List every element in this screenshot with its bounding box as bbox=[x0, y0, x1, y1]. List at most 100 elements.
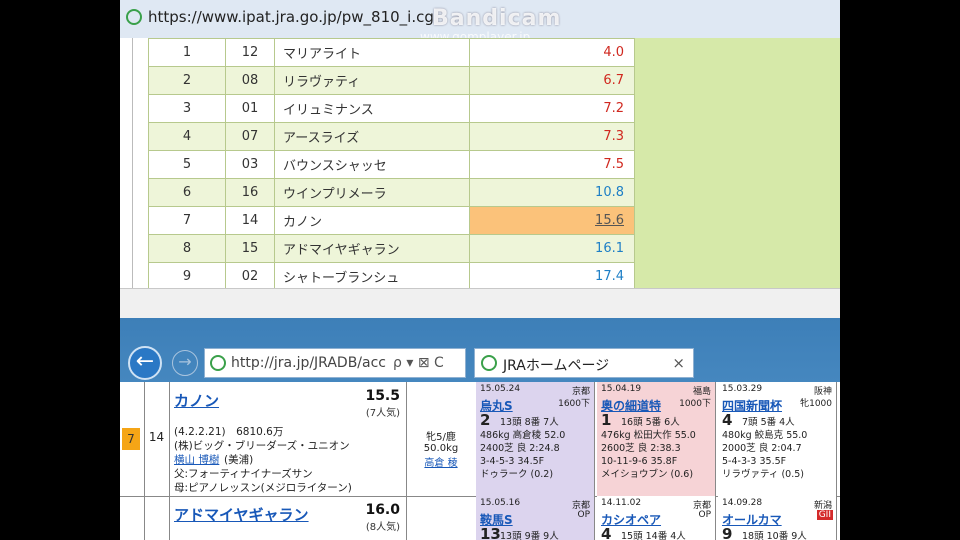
race-detail: 2000芝 良 2:04.7 bbox=[722, 443, 802, 454]
race-field: 16頭 5番 6人 bbox=[621, 417, 680, 428]
race-detail: 2400芝 良 2:24.8 bbox=[480, 443, 560, 454]
horse-popularity: (7人気) bbox=[365, 408, 400, 419]
top-url[interactable]: https://www.ipat.jra.go.jp/pw_810_i.cgi bbox=[148, 8, 438, 26]
sex-age: 牝5/鹿 bbox=[426, 432, 456, 443]
odds-cell[interactable]: 10.8 bbox=[469, 178, 635, 207]
address-bar[interactable]: http://jra.jp/JRADB/acc ρ ▾ ⊠ C bbox=[204, 348, 466, 378]
race-date: 15.05.16 bbox=[480, 498, 521, 508]
rank-cell: 3 bbox=[148, 94, 226, 123]
top-address-bar[interactable]: https://www.ipat.jra.go.jp/pw_810_i.cgi … bbox=[120, 0, 840, 44]
odds-cell[interactable]: 7.3 bbox=[469, 122, 635, 151]
horse-number-cell: 08 bbox=[225, 66, 275, 95]
odds-cell[interactable]: 7.2 bbox=[469, 94, 635, 123]
race-field: 15頭 14番 4人 bbox=[621, 531, 686, 540]
horse-name-link[interactable]: アドマイヤギャラン bbox=[174, 504, 309, 525]
rank-cell: 2 bbox=[148, 66, 226, 95]
jockey-cell: 牝5/鹿 50.0kg 高倉 稜 bbox=[406, 382, 477, 496]
table-row[interactable]: 4 07 アースライズ 7.3 bbox=[148, 122, 635, 151]
waku-badge: 7 bbox=[122, 428, 140, 450]
past-race-cell: 14.11.02 京都 カシオペア OP 4 15頭 14番 4人 bbox=[597, 496, 716, 540]
rank-cell: 1 bbox=[148, 38, 226, 67]
race-date: 15.04.19 bbox=[601, 384, 642, 394]
rank-cell: 6 bbox=[148, 178, 226, 207]
odds-cell[interactable]: 7.5 bbox=[469, 150, 635, 179]
trainer-link[interactable]: 横山 博樹 bbox=[174, 452, 219, 467]
forward-button[interactable]: → bbox=[172, 350, 198, 376]
horse-name-cell: バウンスシャッセ bbox=[274, 150, 470, 179]
horse-number bbox=[144, 496, 170, 540]
horse-odds: 16.0 bbox=[365, 502, 400, 518]
odds-cell[interactable]: 16.1 bbox=[469, 234, 635, 263]
finish-position: 9 bbox=[722, 525, 733, 540]
race-date: 15.03.29 bbox=[722, 384, 763, 394]
table-row[interactable]: 5 03 バウンスシャッセ 7.5 bbox=[148, 150, 635, 179]
waku-cell bbox=[120, 496, 145, 540]
ie-icon bbox=[210, 355, 226, 371]
race-class: 1000下 bbox=[679, 399, 711, 409]
horse-name-cell: リラヴァティ bbox=[274, 66, 470, 95]
race-date: 14.11.02 bbox=[601, 498, 642, 508]
finish-position: 13 bbox=[480, 525, 501, 540]
odds-page: 1 12 マリアライト 4.0 2 08 リラヴァティ 6.7 3 01 イリュミナンス 7.2 4 07… bbox=[120, 38, 840, 291]
rank-cell: 7 bbox=[148, 206, 226, 235]
race-detail: 5-4-3-3 35.5F bbox=[722, 456, 787, 467]
table-row[interactable]: 7 14 カノン 15.6 bbox=[148, 206, 635, 235]
odds-cell[interactable]: 17.4 bbox=[469, 262, 635, 291]
close-icon[interactable]: × bbox=[672, 354, 685, 372]
horse-name-cell: シャトーブランシュ bbox=[274, 262, 470, 291]
horse-number-cell: 15 bbox=[225, 234, 275, 263]
table-row[interactable]: 6 16 ウインプリメーラ 10.8 bbox=[148, 178, 635, 207]
grade-badge: GII bbox=[816, 510, 833, 520]
rank-cell: 9 bbox=[148, 262, 226, 291]
table-row: アドマイヤギャラン 16.0 (8人気) 15.05.16 京都 鞍馬S OP 1313… bbox=[120, 496, 840, 540]
tab-jra-home[interactable]: JRAホームページ × bbox=[474, 348, 694, 378]
horse-record: (4.2.2.21) 6810.6万 bbox=[174, 426, 284, 438]
horse-number-cell: 07 bbox=[225, 122, 275, 151]
race-field: 7頭 5番 4人 bbox=[742, 417, 795, 428]
horse-number-cell: 16 bbox=[225, 178, 275, 207]
race-name-link[interactable]: カシオペア bbox=[601, 511, 711, 528]
race-detail: ドゥラーク (0.2) bbox=[480, 469, 554, 480]
table-row[interactable]: 3 01 イリュミナンス 7.2 bbox=[148, 94, 635, 123]
horse-number-cell: 12 bbox=[225, 38, 275, 67]
top-browser-window: https://www.ipat.jra.go.jp/pw_810_i.cgi … bbox=[120, 0, 840, 319]
race-class: OP bbox=[698, 510, 711, 520]
horse-name-link[interactable]: カノン bbox=[174, 390, 219, 411]
horse-owner: (株)ビッグ・ブリーダーズ・ユニオン bbox=[174, 440, 350, 452]
horse-number-cell: 01 bbox=[225, 94, 275, 123]
ie-icon bbox=[126, 9, 142, 25]
horse-name-cell: アースライズ bbox=[274, 122, 470, 151]
page-border bbox=[132, 38, 133, 288]
odds-cell[interactable]: 15.6 bbox=[469, 206, 635, 235]
race-detail: 480kg 鮫島克 55.0 bbox=[722, 430, 808, 441]
table-row[interactable]: 1 12 マリアライト 4.0 bbox=[148, 38, 635, 67]
race-detail: 2600芝 良 2:38.3 bbox=[601, 443, 681, 454]
jockey-cell bbox=[406, 496, 477, 540]
past-race-cell: 15.03.29 阪神 四国新聞杯 牝1000 4 7頭 5番 4人 480kg 鮫島克 5… bbox=[718, 382, 837, 496]
odds-cell[interactable]: 4.0 bbox=[469, 38, 635, 67]
bottom-browser-window: ← → http://jra.jp/JRADB/acc ρ ▾ ⊠ C JRAホ… bbox=[120, 318, 840, 540]
table-row[interactable]: 8 15 アドマイヤギャラン 16.1 bbox=[148, 234, 635, 263]
finish-position: 1 bbox=[601, 411, 612, 429]
table-row[interactable]: 2 08 リラヴァティ 6.7 bbox=[148, 66, 635, 95]
odds-cell[interactable]: 6.7 bbox=[469, 66, 635, 95]
carried-weight: 50.0kg bbox=[423, 443, 459, 454]
jockey-link[interactable]: 高倉 稜 bbox=[406, 454, 476, 469]
table-row[interactable]: 9 02 シャトーブランシュ 17.4 bbox=[148, 262, 635, 291]
race-name-link[interactable]: オールカマ bbox=[722, 511, 832, 528]
horse-name-cell: アドマイヤギャラン bbox=[274, 234, 470, 263]
horse-cell: カノン 15.5 (7人気) (4.2.2.21) 6810.6万 (株)ビッグ… bbox=[170, 382, 407, 496]
dam: 母:ピアノレッスン(メジロライターン) bbox=[174, 482, 352, 494]
past-race-cell: 14.09.28 新潟 オールカマ GII 9 18頭 10番 9人 bbox=[718, 496, 837, 540]
ie-icon bbox=[481, 355, 497, 371]
table-row: 7 1 4 カノン 15.5 (7人気) (4.2.2.21) 6810.6万 (… bbox=[120, 382, 840, 497]
finish-position: 4 bbox=[601, 525, 612, 540]
address-icons[interactable]: ρ ▾ ⊠ C bbox=[393, 355, 444, 371]
horse-name-cell: イリュミナンス bbox=[274, 94, 470, 123]
url-text[interactable]: http://jra.jp/JRADB/acc bbox=[231, 355, 389, 371]
finish-position: 2 bbox=[480, 411, 491, 429]
back-button[interactable]: ← bbox=[128, 346, 162, 380]
finish-position: 4 bbox=[722, 411, 733, 429]
rank-cell: 4 bbox=[148, 122, 226, 151]
rank-cell: 8 bbox=[148, 234, 226, 263]
